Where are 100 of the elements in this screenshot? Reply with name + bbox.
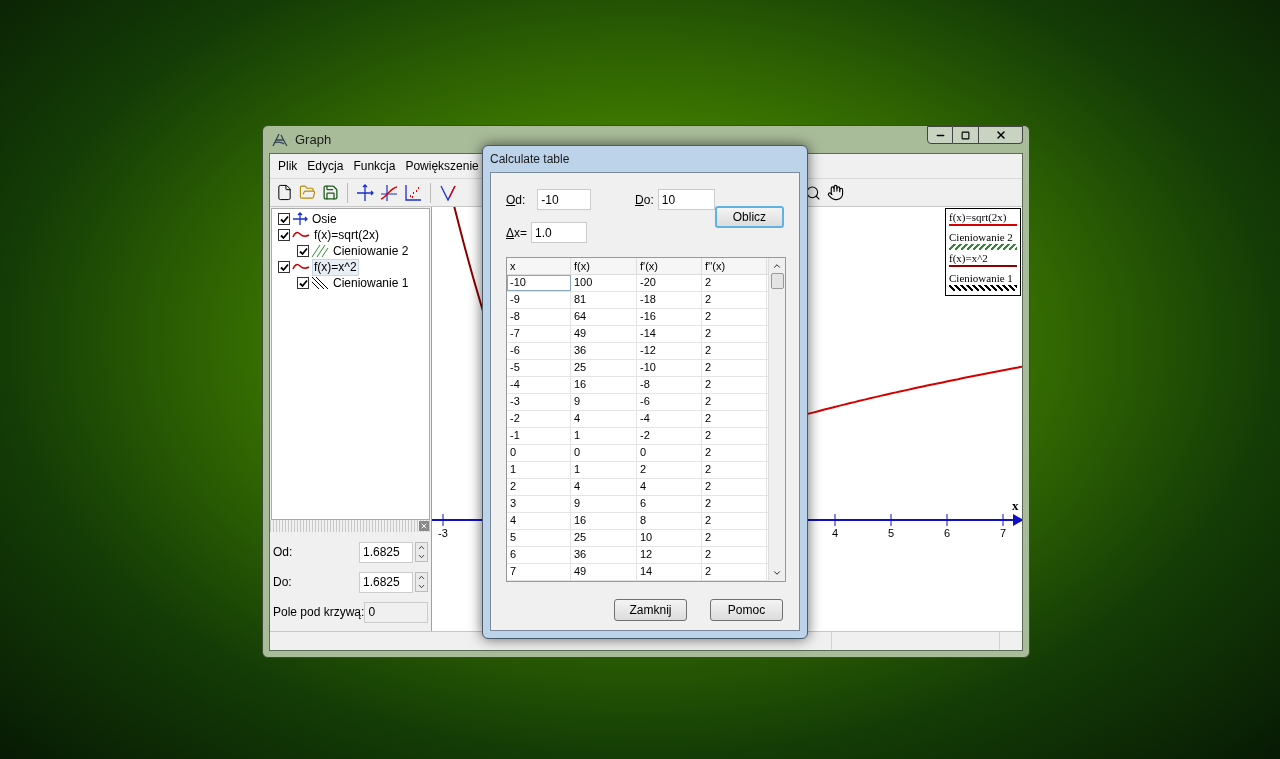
tree-item[interactable]: Cieniowanie 2 [331, 242, 411, 260]
table-cell: 0 [571, 445, 637, 461]
table-cell: 4 [571, 411, 637, 427]
table-cell: 2 [702, 513, 767, 529]
table-cell: 2 [702, 564, 767, 580]
table-cell: 2 [702, 547, 767, 563]
step-label: Δx= [506, 224, 528, 242]
tick-label: 5 [887, 527, 895, 539]
table-cell: -1 [507, 428, 571, 444]
table-cell: -9 [507, 292, 571, 308]
tree-item[interactable]: Cieniowanie 1 [331, 274, 411, 292]
table-cell: 64 [571, 309, 637, 325]
table-cell: -5 [507, 360, 571, 376]
table-cell: 1 [507, 462, 571, 478]
column-header[interactable]: f''(x) [702, 258, 767, 274]
table-cell: -4 [637, 411, 702, 427]
table-cell: -2 [507, 411, 571, 427]
table-cell: -8 [507, 309, 571, 325]
table-cell: 49 [571, 564, 637, 580]
dialog-title: Calculate table [490, 151, 570, 168]
dialog-button[interactable]: Pomoc [710, 599, 783, 621]
table-cell: 2 [702, 428, 767, 444]
table-cell: 5 [507, 530, 571, 546]
table-cell: 2 [702, 360, 767, 376]
legend-label: Cieniowanie 2 [949, 231, 1014, 244]
table-cell: 0 [637, 445, 702, 461]
axis-label: x [1012, 499, 1019, 512]
table-cell: 10 [637, 530, 702, 546]
table-cell: 2 [702, 394, 767, 410]
column-header[interactable]: f'(x) [637, 258, 702, 274]
table-cell: 4 [507, 513, 571, 529]
table-cell: 36 [571, 547, 637, 563]
table-cell: -6 [507, 343, 571, 359]
table-cell: 2 [702, 411, 767, 427]
table-cell: -6 [637, 394, 702, 410]
table-cell: 3 [507, 496, 571, 512]
legend-label: Cieniowanie 1 [949, 272, 1014, 285]
readonly-field: 0 [364, 601, 428, 623]
table-cell: -10 [507, 275, 571, 291]
tree-item[interactable]: Osie [310, 210, 339, 228]
table-cell: 4 [637, 479, 702, 495]
to-field[interactable]: 10 [657, 189, 715, 210]
table-cell: 25 [571, 530, 637, 546]
tree-item[interactable]: f(x)=sqrt(2x) [312, 226, 381, 244]
table-cell: 16 [571, 513, 637, 529]
table-cell: 2 [637, 462, 702, 478]
field-label: Do: [273, 574, 292, 591]
field-label: Od: [273, 544, 293, 561]
from-label: Od: [506, 191, 526, 209]
table-cell: -20 [637, 275, 702, 291]
table-cell: -14 [637, 326, 702, 342]
legend-label: f(x)=sqrt(2x) [949, 211, 1008, 224]
table-cell: 2 [702, 479, 767, 495]
table-cell: 25 [571, 360, 637, 376]
table-cell: -4 [507, 377, 571, 393]
column-header[interactable]: f(x) [571, 258, 637, 274]
table-cell: -16 [637, 309, 702, 325]
compute-button[interactable]: Oblicz [714, 206, 784, 228]
table-cell: 2 [702, 343, 767, 359]
table-cell: 100 [571, 275, 637, 291]
menu-item[interactable]: Funkcja [348, 157, 401, 175]
table-cell: 7 [507, 564, 571, 580]
dialog-button[interactable]: Zamknij [614, 599, 687, 621]
table-cell: 1 [571, 428, 637, 444]
table-cell: 8 [637, 513, 702, 529]
table-cell: 6 [637, 496, 702, 512]
table-cell: -3 [507, 394, 571, 410]
legend-label: f(x)=x^2 [949, 252, 989, 265]
table-cell: -8 [637, 377, 702, 393]
tree-item[interactable]: f(x)=x^2 [312, 258, 359, 276]
table-cell: 9 [571, 394, 637, 410]
number-field[interactable]: 1.6825 [359, 541, 413, 563]
table-cell: -18 [637, 292, 702, 308]
step-field[interactable]: 1.0 [531, 222, 588, 243]
table-cell: 2 [702, 462, 767, 478]
menu-item[interactable]: Powiększenie [400, 157, 484, 175]
table-cell: 14 [637, 564, 702, 580]
column-header[interactable]: x [507, 258, 571, 274]
table-cell: 2 [702, 496, 767, 512]
table-cell: 9 [571, 496, 637, 512]
table-cell: -2 [637, 428, 702, 444]
menu-item[interactable]: Edycja [302, 157, 349, 175]
table-cell: 4 [571, 479, 637, 495]
table-cell: 16 [571, 377, 637, 393]
table-cell: 2 [702, 292, 767, 308]
from-field[interactable]: -10 [537, 189, 592, 210]
field-label: Pole pod krzywą: [273, 604, 365, 621]
table-cell: 2 [702, 445, 767, 461]
table-cell: 1 [571, 462, 637, 478]
table-cell: 6 [507, 547, 571, 563]
table-cell: 2 [507, 479, 571, 495]
number-field[interactable]: 1.6825 [359, 571, 413, 593]
window-title: Graph [295, 130, 332, 149]
menu-item[interactable]: Plik [273, 157, 303, 175]
tick-label: -3 [438, 527, 448, 539]
tick-label: 4 [831, 527, 839, 539]
table-cell: 2 [702, 530, 767, 546]
table-cell: 12 [637, 547, 702, 563]
table-cell: 49 [571, 326, 637, 342]
to-label: Do: [635, 191, 654, 209]
